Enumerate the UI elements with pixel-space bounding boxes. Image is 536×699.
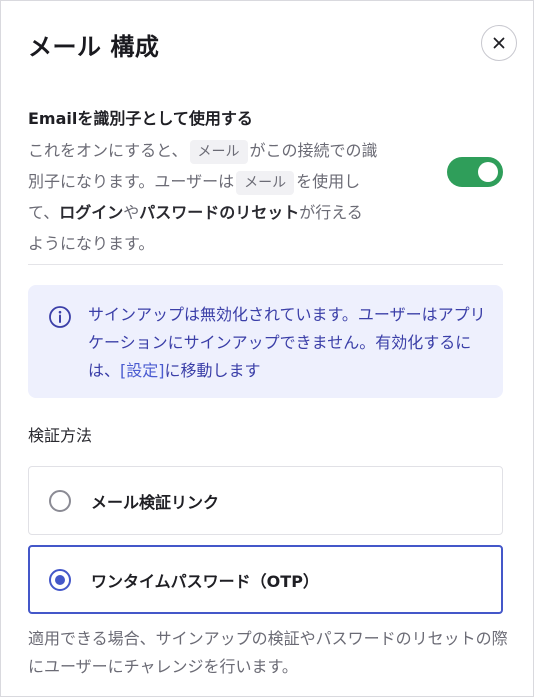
desc-text: これをオンにすると、 xyxy=(28,141,188,160)
verification-option-email-link[interactable]: メール検証リンク xyxy=(28,466,503,535)
email-identifier-title: Emailを識別子として使用する xyxy=(28,109,253,128)
code-email-1: メール xyxy=(189,140,248,164)
radio-dot xyxy=(55,575,65,585)
banner-text-part: に移動します xyxy=(164,361,261,380)
settings-link[interactable]: [設定] xyxy=(120,361,165,380)
close-button[interactable] xyxy=(481,25,517,61)
desc-text: や xyxy=(123,203,140,222)
verification-option-otp[interactable]: ワンタイムパスワード（OTP） xyxy=(28,545,503,614)
signup-disabled-banner: サインアップは無効化されています。ユーザーはアプリケーションにサインアップできま… xyxy=(28,285,503,398)
verification-help-text: 適用できる場合、サインアップの検証やパスワードのリセットの際にユーザーにチャレン… xyxy=(28,629,508,676)
email-identifier-description: これをオンにすると、 メール がこの接続での識別子になります。ユーザーは メール を使用… xyxy=(28,135,378,259)
divider xyxy=(28,264,503,265)
banner-text: サインアップは無効化されています。ユーザーはアプリケーションにサインアップできま… xyxy=(88,301,488,385)
info-icon xyxy=(49,306,71,328)
radio-unselected[interactable] xyxy=(49,490,71,512)
bold-login: ログイン xyxy=(59,203,124,222)
bold-password-reset: パスワードのリセット xyxy=(139,203,300,222)
radio-selected[interactable] xyxy=(49,569,71,591)
page-title: メール 構成 xyxy=(28,33,160,61)
close-icon xyxy=(493,37,505,49)
option-label: ワンタイムパスワード（OTP） xyxy=(91,572,319,591)
option-label: メール検証リンク xyxy=(91,493,220,512)
toggle-knob xyxy=(478,162,498,182)
email-identifier-toggle[interactable] xyxy=(447,157,503,187)
verification-method-label: 検証方法 xyxy=(28,426,93,445)
code-email-2: メール xyxy=(236,171,295,195)
email-config-panel: メール 構成 Emailを識別子として使用する これをオンにすると、 メール がこの… xyxy=(0,0,534,697)
